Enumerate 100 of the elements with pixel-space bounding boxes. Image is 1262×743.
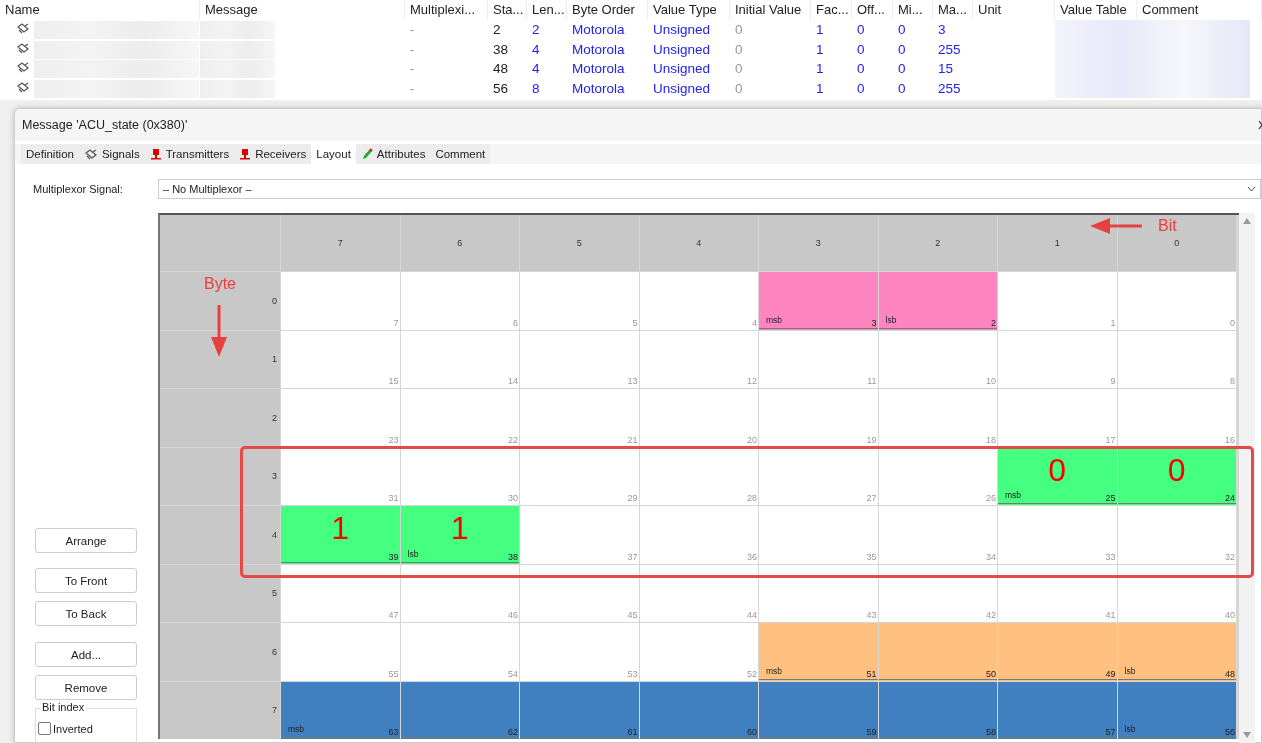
bit-tag: lsb <box>407 548 419 559</box>
table-cell: 0 <box>857 22 865 37</box>
column-header[interactable]: Sta... <box>488 0 527 20</box>
bit-number: 52 <box>747 668 757 679</box>
bit-number: 56 <box>1225 727 1235 737</box>
column-header[interactable]: Fac... <box>811 0 852 20</box>
tab[interactable]: Attributes <box>355 144 431 164</box>
bit-number: 13 <box>627 376 638 386</box>
table-cell: 56 <box>493 80 509 96</box>
column-header[interactable]: Ma... <box>933 0 973 20</box>
column-header[interactable]: Value Type <box>648 0 730 20</box>
bit-tag: msb <box>1005 490 1022 500</box>
bit-number: 22 <box>508 434 518 445</box>
annotation-label: Byte <box>204 275 236 293</box>
tab[interactable]: Receivers <box>234 144 312 164</box>
table-cell: Unsigned <box>653 41 711 57</box>
action-button[interactable]: To Back <box>35 601 137 626</box>
column-header[interactable]: Message <box>200 0 405 20</box>
bit-number: 0 <box>1230 317 1235 328</box>
table-cell: 255 <box>938 80 961 96</box>
table-cell: 2 <box>532 22 540 37</box>
bit-tag: msb <box>766 314 783 325</box>
bit-tag: lsb <box>885 314 897 325</box>
table-cell: Motorola <box>572 22 625 37</box>
bit-number: 41 <box>1105 610 1116 620</box>
bit-number: 21 <box>627 434 638 445</box>
bit-number: 23 <box>388 434 399 445</box>
table-cell: - <box>410 22 415 37</box>
bit-number: 10 <box>986 376 996 386</box>
bit-number: 47 <box>388 610 399 620</box>
column-header[interactable]: Unit <box>973 0 1055 20</box>
table-cell: - <box>410 41 415 57</box>
inverted-checkbox[interactable]: Inverted <box>38 722 93 735</box>
tab[interactable]: Comment <box>430 144 491 164</box>
multiplexor-dropdown[interactable]: – No Multiplexor – <box>158 179 1261 199</box>
tab[interactable]: Layout <box>311 144 356 164</box>
byte-header: 3 <box>160 447 280 505</box>
bit-number: 60 <box>747 727 757 737</box>
tab[interactable]: Transmitters <box>144 144 235 164</box>
bit-number: 36 <box>747 551 757 562</box>
bit-number: 3 <box>871 317 877 328</box>
table-cell: 0 <box>735 80 743 96</box>
bit-header: 1 <box>998 215 1117 271</box>
column-header[interactable]: Multiplexi... <box>405 0 488 20</box>
bit-number: 39 <box>388 551 399 562</box>
scrollbar[interactable] <box>1239 213 1255 743</box>
byte-header: 2 <box>160 389 280 447</box>
bit-number: 19 <box>866 434 877 445</box>
bit-number: 1 <box>1110 317 1116 328</box>
bit-number: 59 <box>866 727 877 737</box>
scroll-up-icon[interactable] <box>1243 218 1251 224</box>
bit-number: 51 <box>866 668 877 679</box>
signal-value: 1 <box>450 510 469 547</box>
signal-icon <box>83 148 98 160</box>
signal-icon <box>16 41 30 54</box>
bit-number: 53 <box>627 668 638 679</box>
action-button[interactable]: Remove <box>35 675 137 700</box>
bit-number: 48 <box>1225 668 1235 679</box>
bit-tag: msb <box>766 665 783 676</box>
bit-tag: msb <box>288 724 305 734</box>
column-header[interactable]: Mi... <box>893 0 933 20</box>
bit-number: 45 <box>627 610 638 620</box>
action-button[interactable]: To Front <box>35 568 137 593</box>
bit-number: 2 <box>991 317 996 328</box>
field-label: Multiplexor Signal: <box>32 183 124 195</box>
node-icon <box>149 148 162 160</box>
tab[interactable]: Signals <box>78 144 145 164</box>
window-title: Message 'ACU_state (0x380)' <box>22 118 188 132</box>
tab[interactable]: Definition <box>21 144 79 164</box>
bit-number: 63 <box>388 727 399 737</box>
table-cell: Unsigned <box>653 22 711 37</box>
byte-header: 7 <box>160 681 280 739</box>
bit-tag: lsb <box>1124 665 1136 676</box>
table-cell: 1 <box>816 22 824 37</box>
table-cell: 38 <box>493 41 509 57</box>
table-cell: 0 <box>857 61 865 76</box>
column-header[interactable]: Off... <box>852 0 893 20</box>
column-header[interactable]: Name <box>0 0 200 20</box>
scroll-down-icon[interactable] <box>1243 732 1251 738</box>
bit-number: 11 <box>867 376 877 386</box>
bit-number: 29 <box>627 493 638 503</box>
byte-header: 1 <box>160 330 280 388</box>
table-cell: 1 <box>816 41 824 57</box>
signal-icon <box>16 80 30 93</box>
action-button[interactable]: Arrange <box>35 528 137 553</box>
column-header[interactable]: Len... <box>527 0 567 20</box>
action-button[interactable]: Add... <box>35 642 137 667</box>
column-header[interactable]: Initial Value <box>730 0 811 20</box>
bit-number: 18 <box>986 434 996 445</box>
bit-number: 44 <box>747 610 757 620</box>
bit-number: 46 <box>508 610 518 620</box>
bit-number: 27 <box>866 493 877 503</box>
bit-number: 7 <box>393 317 399 328</box>
table-cell: Motorola <box>572 61 625 76</box>
table-cell: 0 <box>735 22 743 37</box>
table-cell: 8 <box>532 80 540 96</box>
column-header[interactable]: Byte Order <box>567 0 648 20</box>
down-arrow <box>209 305 229 357</box>
signal-value: 1 <box>331 510 350 547</box>
bit-number: 50 <box>986 668 996 679</box>
